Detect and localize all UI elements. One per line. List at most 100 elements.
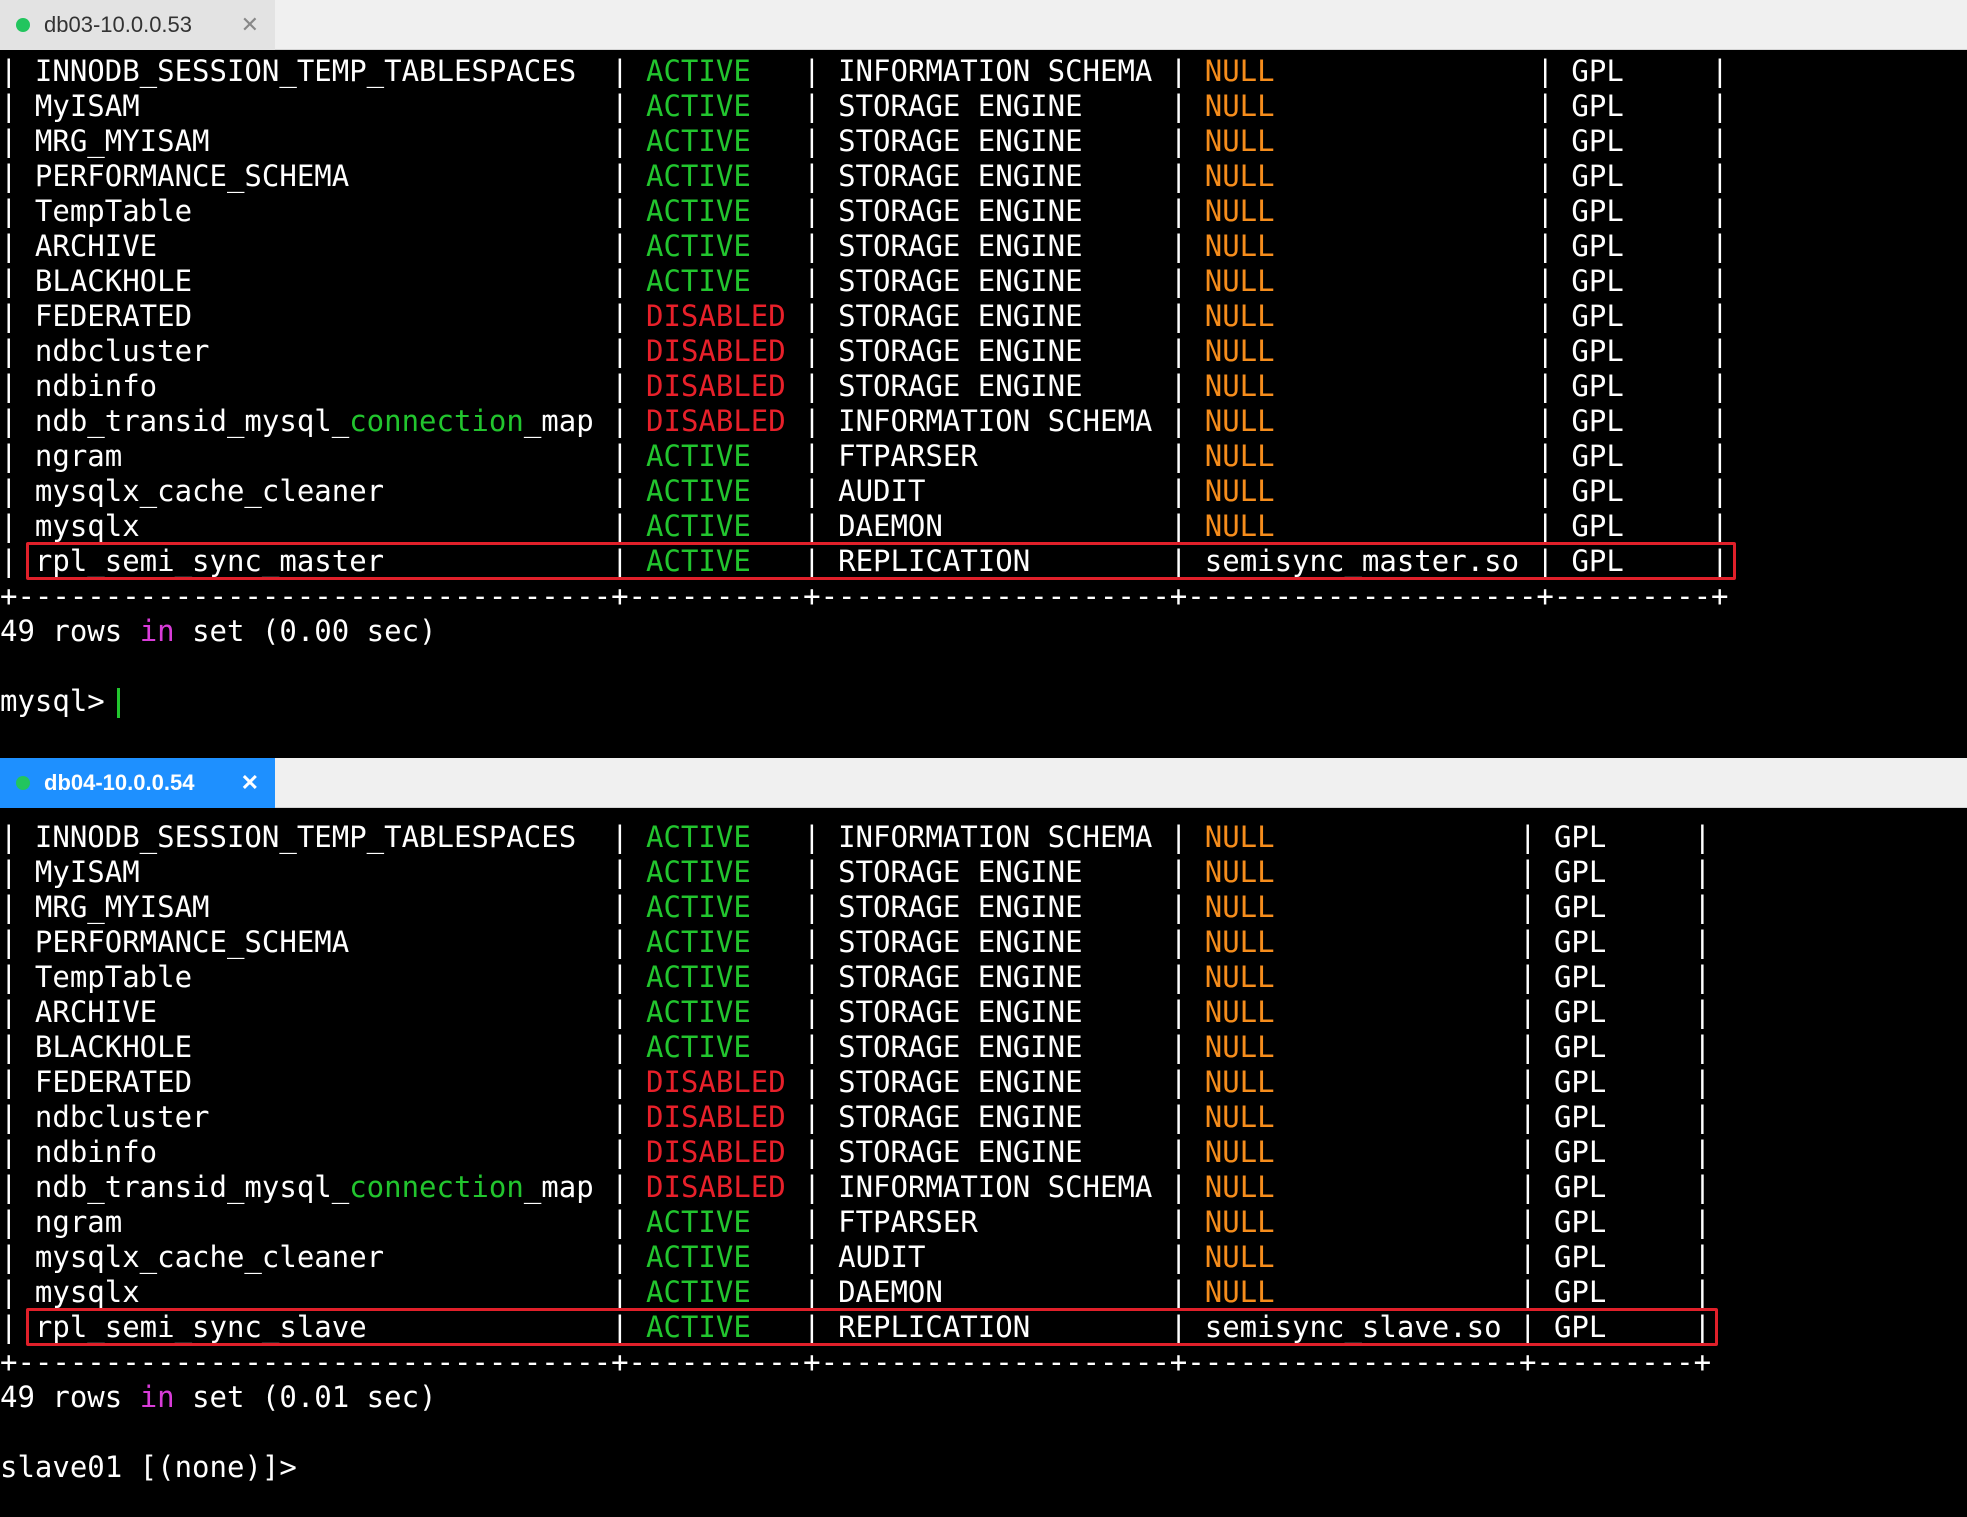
plugin-status: ACTIVE (646, 474, 751, 508)
plugin-status: ACTIVE (646, 229, 751, 263)
plugin-license: GPL (1553, 1275, 1607, 1309)
plugin-type: STORAGE ENGINE (838, 995, 1083, 1029)
plugin-status: ACTIVE (646, 544, 751, 578)
plugin-library: NULL (1204, 855, 1275, 889)
plugin-license: GPL (1571, 404, 1624, 438)
plugin-library: NULL (1204, 509, 1275, 543)
plugin-license: GPL (1571, 474, 1624, 508)
plugin-type: STORAGE ENGINE (838, 855, 1083, 889)
close-icon[interactable]: ✕ (241, 770, 259, 796)
plugin-library: NULL (1204, 890, 1275, 924)
plugin-name: ndb_transid_mysql_connection_map (34, 1170, 594, 1204)
plugin-status: ACTIVE (646, 54, 751, 88)
plugin-license: GPL (1571, 544, 1624, 578)
plugin-license: GPL (1553, 1135, 1607, 1169)
table-row: | TempTable | ACTIVE | STORAGE ENGINE | … (0, 960, 1712, 994)
plugin-library: NULL (1204, 1135, 1275, 1169)
table-row: | MRG_MYISAM | ACTIVE | STORAGE ENGINE |… (0, 124, 1729, 158)
plugin-status: ACTIVE (646, 1275, 751, 1309)
plugin-library: NULL (1204, 1275, 1275, 1309)
plugin-library: NULL (1204, 404, 1275, 438)
plugin-license: GPL (1553, 925, 1607, 959)
table-row: | ARCHIVE | ACTIVE | STORAGE ENGINE | NU… (0, 995, 1712, 1029)
plugin-type: DAEMON (838, 509, 943, 543)
plugin-type: STORAGE ENGINE (838, 890, 1083, 924)
terminal-pane-db04[interactable]: | INNODB_SESSION_TEMP_TABLESPACES | ACTI… (0, 820, 1967, 1517)
plugin-name: TempTable (34, 960, 193, 994)
table-row: | ndbcluster | DISABLED | STORAGE ENGINE… (0, 334, 1729, 368)
table-row: | ARCHIVE | ACTIVE | STORAGE ENGINE | NU… (0, 229, 1729, 263)
plugin-name: PERFORMANCE_SCHEMA (34, 159, 350, 193)
plugin-type: REPLICATION (838, 1310, 1031, 1344)
table-row: | rpl_semi_sync_master | ACTIVE | REPLIC… (0, 544, 1729, 578)
plugin-license: GPL (1571, 264, 1624, 298)
table-row: | ngram | ACTIVE | FTPARSER | NULL | GPL… (0, 439, 1729, 473)
tab-bar-top: db03-10.0.0.53 ✕ (0, 0, 1967, 50)
plugin-name: ngram (34, 439, 123, 473)
table-row: | BLACKHOLE | ACTIVE | STORAGE ENGINE | … (0, 1030, 1712, 1064)
terminal-pane-db03[interactable]: | INNODB_SESSION_TEMP_TABLESPACES | ACTI… (0, 54, 1967, 754)
plugin-name: ndbcluster (34, 1100, 210, 1134)
table-row: | ndbinfo | DISABLED | STORAGE ENGINE | … (0, 1135, 1712, 1169)
plugin-library: NULL (1204, 925, 1275, 959)
plugin-license: GPL (1571, 89, 1624, 123)
plugin-type: STORAGE ENGINE (838, 229, 1083, 263)
tab-bar-bottom: db04-10.0.0.54 ✕ (0, 758, 1967, 808)
plugin-status: ACTIVE (646, 925, 751, 959)
plugin-type: STORAGE ENGINE (838, 334, 1083, 368)
plugin-library: NULL (1204, 1100, 1275, 1134)
plugin-status: ACTIVE (646, 1030, 751, 1064)
table-row: | MyISAM | ACTIVE | STORAGE ENGINE | NUL… (0, 855, 1712, 889)
plugin-library: NULL (1204, 89, 1275, 123)
plugin-status: ACTIVE (646, 1240, 751, 1274)
tab-db03[interactable]: db03-10.0.0.53 ✕ (0, 0, 275, 50)
table-row: | INNODB_SESSION_TEMP_TABLESPACES | ACTI… (0, 820, 1712, 854)
table-row: | mysqlx_cache_cleaner | ACTIVE | AUDIT … (0, 1240, 1712, 1274)
plugin-status: DISABLED (646, 1100, 786, 1134)
plugin-license: GPL (1553, 1240, 1607, 1274)
plugin-status: ACTIVE (646, 890, 751, 924)
table-row: | FEDERATED | DISABLED | STORAGE ENGINE … (0, 1065, 1712, 1099)
plugin-license: GPL (1571, 369, 1624, 403)
plugin-status: ACTIVE (646, 1310, 751, 1344)
plugin-library: NULL (1204, 1170, 1275, 1204)
plugin-status: ACTIVE (646, 264, 751, 298)
plugin-license: GPL (1571, 159, 1624, 193)
plugin-name: ndbcluster (34, 334, 210, 368)
plugin-license: GPL (1571, 334, 1624, 368)
result-summary: 49 rows in set (0.00 sec) (0, 614, 437, 648)
plugin-license: GPL (1553, 1100, 1607, 1134)
command-prompt[interactable]: mysql> (0, 684, 1967, 719)
tab-db04[interactable]: db04-10.0.0.54 ✕ (0, 758, 275, 808)
plugin-license: GPL (1571, 124, 1624, 158)
close-icon[interactable]: ✕ (241, 12, 259, 38)
plugin-library: NULL (1204, 1240, 1275, 1274)
plugin-library: NULL (1204, 299, 1275, 333)
plugin-license: GPL (1553, 890, 1607, 924)
plugin-name: MRG_MYISAM (34, 890, 210, 924)
plugin-status: DISABLED (646, 1135, 786, 1169)
plugin-type: AUDIT (838, 474, 926, 508)
plugin-status: ACTIVE (646, 124, 751, 158)
command-prompt[interactable]: slave01 [(none)]> (0, 1450, 1967, 1485)
plugin-type: STORAGE ENGINE (838, 1135, 1083, 1169)
plugin-type: INFORMATION SCHEMA (838, 404, 1153, 438)
plugin-library: NULL (1204, 439, 1275, 473)
plugin-status: DISABLED (646, 1170, 786, 1204)
plugin-library: NULL (1204, 54, 1275, 88)
plugin-name: ARCHIVE (34, 229, 158, 263)
plugin-library: NULL (1204, 960, 1275, 994)
plugin-type: INFORMATION SCHEMA (838, 820, 1153, 854)
plugin-license: GPL (1571, 54, 1624, 88)
plugin-library: NULL (1204, 1065, 1275, 1099)
plugin-license: GPL (1571, 299, 1624, 333)
plugin-name: rpl_semi_sync_slave (34, 1310, 367, 1344)
plugin-library: NULL (1204, 474, 1275, 508)
plugin-status: DISABLED (646, 334, 786, 368)
plugin-name: rpl_semi_sync_master (34, 544, 385, 578)
table-row: | mysqlx | ACTIVE | DAEMON | NULL | GPL … (0, 509, 1729, 543)
plugin-type: FTPARSER (838, 439, 978, 473)
table-row: | BLACKHOLE | ACTIVE | STORAGE ENGINE | … (0, 264, 1729, 298)
plugin-status: ACTIVE (646, 1205, 751, 1239)
plugin-name: mysqlx (34, 1275, 140, 1309)
